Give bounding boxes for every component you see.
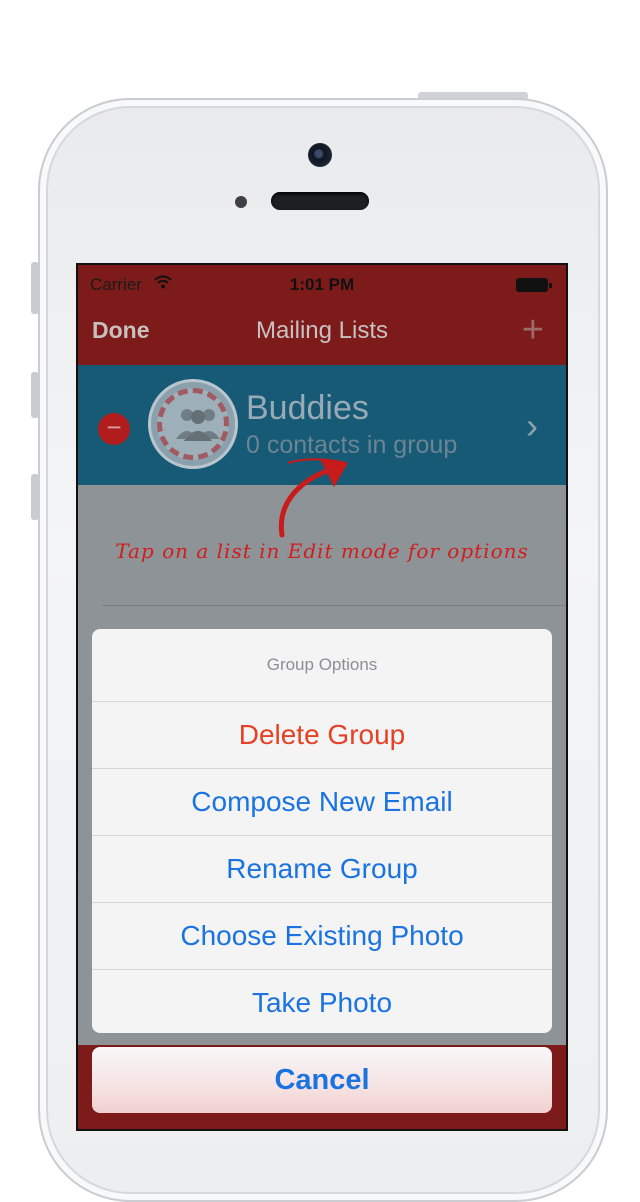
choose-existing-photo-button[interactable]: Choose Existing Photo (92, 903, 552, 970)
list-divider (102, 605, 566, 606)
proximity-sensor (235, 196, 247, 208)
nav-title: Mailing Lists (255, 317, 389, 344)
delete-minus-icon[interactable]: − (98, 413, 130, 445)
status-bar: Carrier 1:01 PM (78, 265, 566, 305)
nav-bar: Carrier 1:01 PM Done Mailing Lists + (78, 265, 566, 365)
group-name: Buddies (246, 389, 369, 427)
battery-icon (516, 278, 552, 292)
front-camera (308, 143, 332, 167)
earpiece-speaker (271, 192, 369, 210)
compose-new-email-button[interactable]: Compose New Email (92, 769, 552, 836)
delete-group-button[interactable]: Delete Group (92, 702, 552, 769)
avatar (148, 379, 238, 469)
airmail-border (157, 388, 229, 460)
cancel-button[interactable]: Cancel (92, 1047, 552, 1113)
take-photo-button[interactable]: Take Photo (92, 970, 552, 1033)
annotation-arrow-icon (278, 458, 348, 538)
screen: Carrier 1:01 PM Done Mailing Lists + − B… (76, 263, 568, 1131)
clock: 1:01 PM (289, 275, 355, 294)
chevron-right-icon[interactable]: › (526, 405, 538, 447)
rename-group-button[interactable]: Rename Group (92, 836, 552, 903)
action-sheet: Group Options Delete Group Compose New E… (92, 629, 552, 1033)
plus-icon[interactable]: + (522, 311, 544, 349)
group-people-icon (162, 403, 234, 452)
action-sheet-title: Group Options (92, 629, 552, 702)
annotation-text: Tap on a list in Edit mode for options (115, 539, 529, 563)
